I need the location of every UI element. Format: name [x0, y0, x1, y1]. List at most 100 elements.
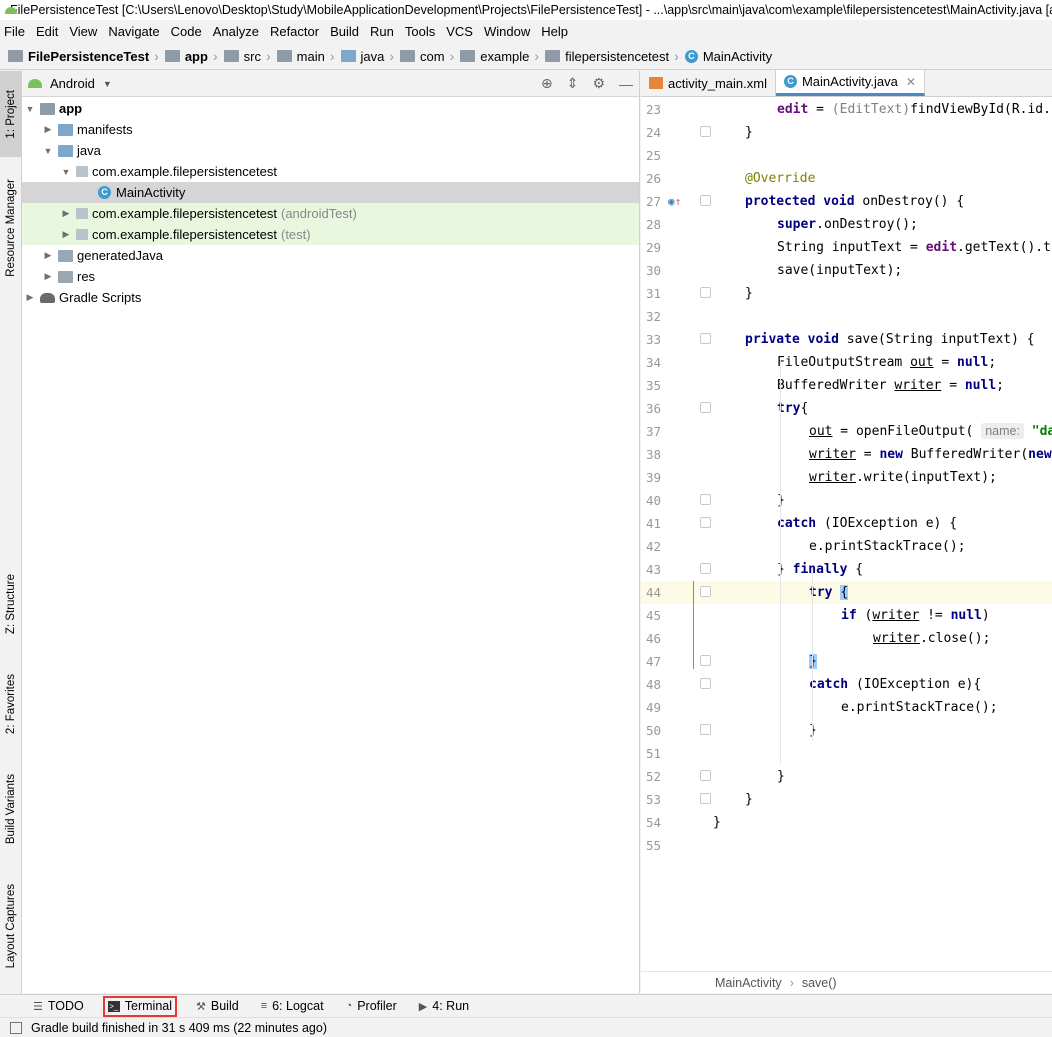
menu-analyze[interactable]: Analyze: [213, 24, 259, 39]
code-text: super.onDestroy();: [777, 217, 918, 232]
tree-node-mainactivity[interactable]: C MainActivity: [22, 182, 639, 203]
crumb-app[interactable]: app ›: [164, 48, 224, 64]
menu-refactor[interactable]: Refactor: [270, 24, 319, 39]
navigation-breadcrumb: FilePersistenceTest › app › src › main › jav…: [0, 43, 1052, 70]
crumb-project[interactable]: FilePersistenceTest ›: [8, 48, 165, 64]
chevron-down-icon[interactable]: ▼: [103, 79, 112, 89]
tool-tab-layout-captures[interactable]: Layout Captures: [0, 871, 22, 981]
tool-tab-build-variants[interactable]: Build Variants: [0, 761, 22, 857]
tool-tab-structure[interactable]: Z: Structure: [0, 561, 22, 647]
class-icon: C: [783, 75, 797, 88]
close-icon[interactable]: ✕: [906, 75, 916, 89]
project-view-selector[interactable]: Android: [50, 76, 95, 91]
tree-node-package-test[interactable]: ▶ com.example.filepersistencetest (test): [22, 224, 639, 245]
crumb-example[interactable]: example ›: [460, 48, 545, 64]
logcat-icon: ≡: [260, 1000, 268, 1012]
editor-crumb-method[interactable]: save(): [802, 976, 837, 990]
fold-icon[interactable]: [700, 195, 711, 206]
tool-tab-favorites[interactable]: 2: Favorites: [0, 661, 22, 747]
fold-icon[interactable]: [700, 333, 711, 344]
tool-windows-icon[interactable]: [10, 1021, 22, 1034]
line-number: 24: [645, 125, 661, 140]
menu-code[interactable]: Code: [171, 24, 202, 39]
line-number: 48: [645, 677, 661, 692]
tool-tab-profiler[interactable]: ◔ Profiler: [343, 996, 400, 1017]
chevron-right-icon: ›: [154, 48, 159, 64]
fold-icon[interactable]: [700, 563, 711, 574]
menu-edit[interactable]: Edit: [36, 24, 58, 39]
tool-tab-todo[interactable]: ☰ TODO: [30, 996, 87, 1017]
crumb-filepersistencetest[interactable]: filepersistencetest ›: [545, 48, 685, 64]
code-text: save(inputText);: [777, 263, 903, 278]
xml-file-icon: [649, 77, 663, 89]
code-text: } finally {: [777, 562, 864, 577]
tool-tab-build[interactable]: ⚒ Build: [193, 996, 242, 1017]
expand-down-icon[interactable]: ▼: [42, 146, 54, 156]
menu-navigate[interactable]: Navigate: [108, 24, 159, 39]
code-text: }: [745, 125, 753, 140]
menu-run[interactable]: Run: [370, 24, 394, 39]
fold-icon[interactable]: [700, 724, 711, 735]
tool-tab-logcat[interactable]: ≡ 6: Logcat: [258, 996, 327, 1017]
fold-icon[interactable]: [700, 287, 711, 298]
gear-icon[interactable]: ⚙: [592, 75, 605, 92]
tool-tab-run[interactable]: ▶ 4: Run: [416, 996, 472, 1017]
tool-tab-terminal[interactable]: >_ Terminal: [102, 995, 178, 1017]
crumb-com[interactable]: com ›: [400, 48, 460, 64]
crumb-mainactivity[interactable]: C MainActivity: [684, 49, 772, 64]
tree-node-label: generatedJava: [77, 248, 164, 263]
fold-icon[interactable]: [700, 770, 711, 781]
crumb-label: main: [296, 48, 325, 64]
crumb-main[interactable]: main ›: [276, 48, 341, 64]
expand-right-icon[interactable]: ▶: [42, 124, 54, 135]
fold-icon[interactable]: [700, 586, 711, 597]
fold-icon[interactable]: [700, 793, 711, 804]
menu-help[interactable]: Help: [541, 24, 568, 39]
line-number: 27: [645, 194, 661, 209]
crumb-java[interactable]: java ›: [340, 48, 401, 64]
expand-down-icon[interactable]: ▼: [24, 104, 36, 114]
tree-node-generatedjava[interactable]: ▶ generatedJava: [22, 245, 639, 266]
editor-crumb-class[interactable]: MainActivity: [715, 976, 782, 990]
fold-icon[interactable]: [700, 678, 711, 689]
minimize-icon[interactable]: —: [619, 76, 633, 92]
expand-right-icon[interactable]: ▶: [42, 250, 54, 261]
chevron-right-icon: ›: [265, 48, 271, 64]
expand-right-icon[interactable]: ▶: [42, 271, 54, 282]
fold-icon[interactable]: [700, 655, 711, 666]
fold-icon[interactable]: [700, 126, 711, 137]
code-area[interactable]: 23 edit = (EditText)findViewById(R.id. 24…: [641, 98, 1052, 971]
code-line: 40}: [641, 489, 1052, 512]
fold-icon[interactable]: [700, 494, 711, 505]
line-number: 26: [645, 171, 661, 186]
tree-node-package-androidtest[interactable]: ▶ com.example.filepersistencetest (android…: [22, 203, 639, 224]
menu-window[interactable]: Window: [484, 24, 530, 39]
locate-icon[interactable]: ⊕: [541, 75, 553, 92]
chevron-right-icon: ›: [674, 48, 679, 64]
tree-node-manifests[interactable]: ▶ manifests: [22, 119, 639, 140]
menu-file[interactable]: File: [4, 24, 25, 39]
menu-view[interactable]: View: [69, 24, 97, 39]
code-line: 48 catch (IOException e){: [641, 673, 1052, 696]
menu-tools[interactable]: Tools: [405, 24, 435, 39]
fold-icon[interactable]: [700, 517, 711, 528]
override-marker-icon[interactable]: ◉↑: [668, 195, 681, 208]
expand-down-icon[interactable]: ▼: [60, 167, 72, 177]
tree-node-res[interactable]: ▶ res: [22, 266, 639, 287]
tab-activity-main-xml[interactable]: activity_main.xml: [641, 70, 776, 96]
crumb-src[interactable]: src ›: [223, 48, 277, 64]
expand-right-icon[interactable]: ▶: [60, 229, 72, 240]
expand-right-icon[interactable]: ▶: [24, 292, 36, 303]
menu-build[interactable]: Build: [330, 24, 359, 39]
fold-icon[interactable]: [700, 402, 711, 413]
tree-node-gradle-scripts[interactable]: ▶ Gradle Scripts: [22, 287, 639, 308]
tool-tab-project[interactable]: 1: Project: [0, 71, 22, 157]
tool-tab-resource-manager[interactable]: Resource Manager: [0, 163, 22, 293]
expand-right-icon[interactable]: ▶: [60, 208, 72, 219]
tab-mainactivity-java[interactable]: C MainActivity.java ✕: [775, 70, 925, 96]
menu-vcs[interactable]: VCS: [446, 24, 473, 39]
collapse-all-icon[interactable]: ⇕: [567, 75, 579, 92]
tree-node-package[interactable]: ▼ com.example.filepersistencetest: [22, 161, 639, 182]
tree-node-java[interactable]: ▼ java: [22, 140, 639, 161]
tree-node-app[interactable]: ▼ app: [22, 98, 639, 119]
